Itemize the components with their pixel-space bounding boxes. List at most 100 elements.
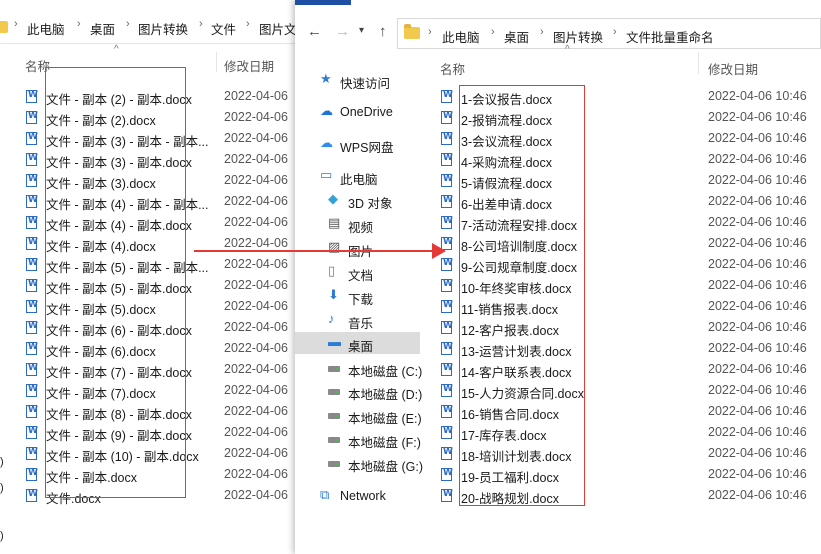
file-date: 2022-04-06 10:46: [708, 194, 807, 208]
back-address-bar[interactable]: › 此电脑 › 桌面 › 图片转换 › 文件 › 图片文: [0, 11, 300, 44]
nav-item[interactable]: ⬇ 下载: [295, 285, 420, 307]
front-explorer-window: ← → ▾ ↑ › 此电脑 › 桌面 › 图片转换 › 文件批量重命名 ★ 快速…: [295, 0, 821, 554]
drive-icon: [328, 389, 340, 395]
cloud-icon: ☁: [320, 103, 333, 118]
navigation-pane: ★ 快速访问 ☁ OneDrive ☁ WPS网盘 ▭ 此电脑 ◆ 3D 对象 …: [295, 60, 423, 554]
nav-item[interactable]: ⧉ Network: [295, 485, 420, 507]
column-header-date[interactable]: 修改日期: [708, 59, 758, 78]
nav-item[interactable]: 本地磁盘 (D:): [295, 380, 422, 402]
word-doc-icon: [26, 405, 38, 418]
file-date: 2022-04-06: [224, 446, 288, 460]
chevron-down-icon[interactable]: ▾: [359, 25, 364, 36]
nav-item[interactable]: ☁ OneDrive: [295, 101, 420, 123]
file-date: 2022-04-06 10:46: [708, 110, 807, 124]
column-header-date[interactable]: 修改日期: [224, 56, 274, 75]
nav-item-label: 文档: [348, 269, 374, 283]
chevron-right-icon: ›: [246, 18, 250, 30]
nav-item[interactable]: ▭ 此电脑: [295, 165, 420, 187]
nav-item-label: 本地磁盘 (F:): [348, 436, 421, 450]
drive-icon: [328, 413, 340, 419]
file-date: 2022-04-06: [224, 89, 288, 103]
breadcrumb-this-pc[interactable]: 此电脑: [27, 19, 65, 38]
nav-item[interactable]: ▨ 图片: [295, 237, 420, 259]
file-date: 2022-04-06 10:46: [708, 278, 807, 292]
word-doc-icon: [26, 195, 38, 208]
breadcrumb-desktop[interactable]: 桌面: [90, 19, 115, 38]
file-date: 2022-04-06 10:46: [708, 257, 807, 271]
video-icon: ▤: [328, 215, 341, 230]
drive-icon: [328, 437, 340, 443]
nav-item[interactable]: ▬ 桌面: [295, 332, 420, 354]
chevron-right-icon: ›: [126, 18, 130, 30]
chevron-right-icon: ›: [428, 26, 432, 38]
file-date: 2022-04-06: [224, 131, 288, 145]
nav-item[interactable]: ★ 快速访问: [295, 69, 420, 91]
file-date: 2022-04-06 10:46: [708, 131, 807, 145]
breadcrumb-image-file[interactable]: 图片文: [259, 19, 297, 38]
nav-item[interactable]: ☁ WPS网盘: [295, 133, 420, 155]
file-date: 2022-04-06: [224, 404, 288, 418]
word-doc-icon: [26, 153, 38, 166]
nav-item-label: 此电脑: [340, 173, 378, 187]
file-date: 2022-04-06 10:46: [708, 215, 807, 229]
download-icon: ⬇: [328, 287, 339, 302]
breadcrumb-file[interactable]: 文件: [211, 19, 236, 38]
breadcrumb-batch-rename[interactable]: 文件批量重命名: [626, 27, 714, 46]
word-doc-icon: [26, 321, 38, 334]
document-icon: ▯: [328, 263, 336, 278]
file-date: 2022-04-06: [224, 467, 288, 481]
word-doc-icon: [26, 111, 38, 124]
nav-item[interactable]: ▤ 视频: [295, 213, 420, 235]
nav-item[interactable]: 本地磁盘 (G:): [295, 452, 423, 474]
forward-arrow-icon[interactable]: →: [335, 23, 350, 40]
word-doc-icon: [441, 447, 453, 460]
word-doc-icon: [441, 279, 453, 292]
nav-item[interactable]: 本地磁盘 (C:): [295, 357, 422, 379]
word-doc-icon: [441, 342, 453, 355]
up-arrow-icon[interactable]: ↑: [379, 23, 387, 40]
nav-item[interactable]: ♪ 音乐: [295, 309, 420, 331]
word-doc-icon: [441, 153, 453, 166]
column-header-name[interactable]: 名称: [440, 59, 465, 78]
file-date: 2022-04-06 10:46: [708, 299, 807, 313]
word-doc-icon: [26, 384, 38, 397]
nav-item-label: OneDrive: [340, 105, 393, 119]
word-doc-icon: [441, 489, 453, 502]
file-date: 2022-04-06 10:46: [708, 236, 807, 250]
chevron-right-icon: ›: [77, 18, 81, 30]
address-bar[interactable]: › 此电脑 › 桌面 › 图片转换 › 文件批量重命名: [397, 18, 821, 49]
nav-item[interactable]: 本地磁盘 (F:): [295, 428, 421, 450]
breadcrumb-desktop[interactable]: 桌面: [504, 27, 529, 46]
red-arrow-line: [194, 250, 434, 252]
word-doc-icon: [26, 216, 38, 229]
breadcrumb-image-convert[interactable]: 图片转换: [553, 27, 603, 46]
chevron-right-icon: ›: [540, 26, 544, 38]
file-date: 2022-04-06: [224, 173, 288, 187]
word-doc-icon: [26, 363, 38, 376]
back-arrow-icon[interactable]: ←: [307, 23, 322, 40]
breadcrumb-image-convert[interactable]: 图片转换: [138, 19, 188, 38]
nav-item[interactable]: ◆ 3D 对象: [295, 189, 420, 211]
file-date: 2022-04-06: [224, 278, 288, 292]
column-divider: [698, 52, 699, 74]
word-doc-icon: [441, 405, 453, 418]
file-date: 2022-04-06: [224, 257, 288, 271]
red-highlight-box: [45, 67, 186, 498]
nav-item-label: 本地磁盘 (E:): [348, 412, 422, 426]
breadcrumb-this-pc[interactable]: 此电脑: [442, 27, 480, 46]
navigation-bar: ← → ▾ ↑ › 此电脑 › 桌面 › 图片转换 › 文件批量重命名: [295, 5, 821, 51]
nav-item-label: 下载: [348, 293, 374, 307]
word-doc-icon: [441, 384, 453, 397]
network-icon: ⧉: [320, 487, 330, 502]
computer-icon: ▭: [320, 167, 333, 182]
file-date: 2022-04-06: [224, 110, 288, 124]
desktop-icon: ▬: [328, 334, 341, 349]
nav-item[interactable]: ▯ 文档: [295, 261, 420, 283]
file-date: 2022-04-06 10:46: [708, 89, 807, 103]
folder-icon: [404, 24, 420, 39]
file-date: 2022-04-06: [224, 215, 288, 229]
column-divider: [216, 52, 217, 72]
nav-item[interactable]: 本地磁盘 (E:): [295, 404, 422, 426]
red-highlight-box: [459, 85, 585, 506]
file-date: 2022-04-06 10:46: [708, 362, 807, 376]
